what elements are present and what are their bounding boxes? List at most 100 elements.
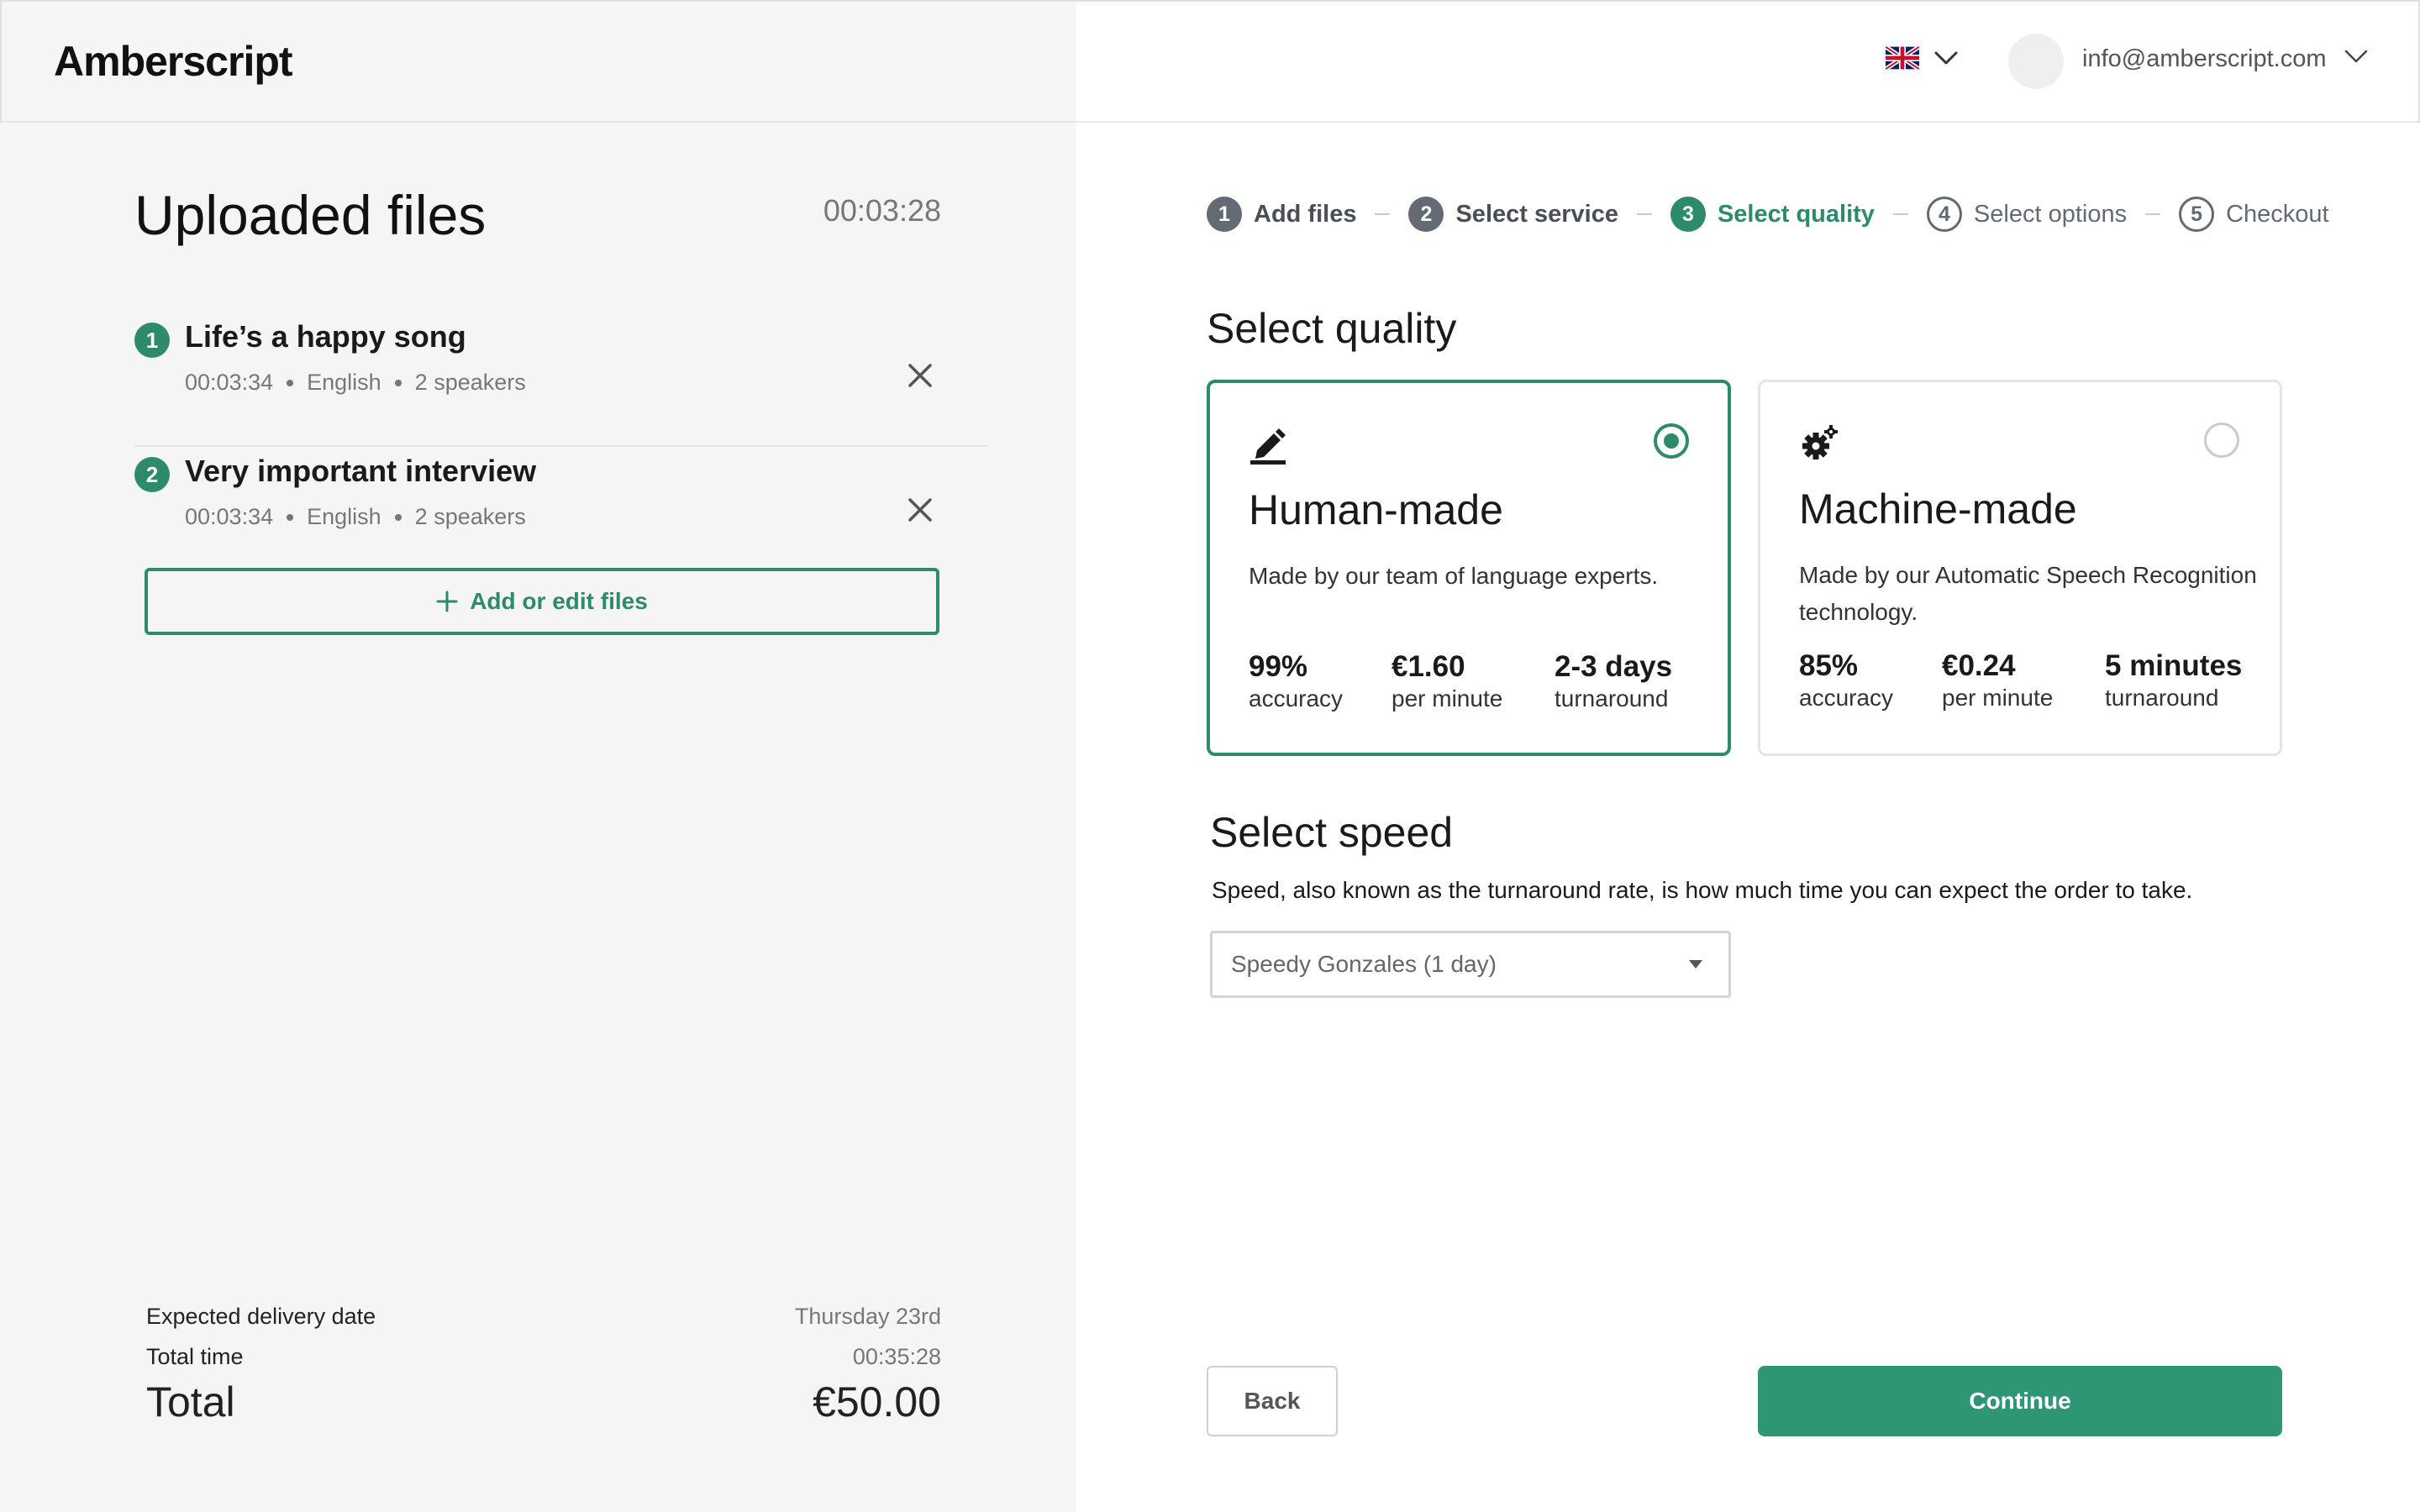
chevron-down-icon <box>2344 50 2368 63</box>
stat-value: 2-3 days <box>1555 650 1673 683</box>
file-number-badge: 2 <box>134 457 170 492</box>
add-files-label: Add or edit files <box>470 588 648 614</box>
file-meta: 00:03:34 English 2 speakers <box>185 370 526 396</box>
file-list-item: 2 Very important interview 00:03:34 Engl… <box>134 447 988 581</box>
file-name: Life’s a happy song <box>185 319 466 354</box>
step-label: Select service <box>1455 200 1618 228</box>
accuracy-stat: 85% accuracy <box>1799 649 1893 711</box>
stat-label: turnaround <box>2105 685 2219 711</box>
pencil-icon <box>1250 428 1286 465</box>
price-stat: €1.60 per minute <box>1392 650 1502 712</box>
step-select-quality[interactable]: 3 Select quality <box>1670 197 1875 232</box>
step-label: Select options <box>1973 200 2128 228</box>
step-add-files[interactable]: 1 Add files <box>1207 197 1356 232</box>
back-button[interactable]: Back <box>1207 1366 1338 1436</box>
quality-option-machine-made[interactable]: Machine-made Made by our Automatic Speec… <box>1758 380 2282 756</box>
close-icon <box>908 364 932 387</box>
step-number: 1 <box>1207 197 1242 232</box>
accuracy-stat: 99% accuracy <box>1249 650 1343 712</box>
file-duration: 00:03:34 <box>185 504 274 529</box>
file-list-item: 1 Life’s a happy song 00:03:34 English 2… <box>134 312 988 447</box>
stat-label: per minute <box>1942 685 2054 711</box>
stat-label: accuracy <box>1799 685 1894 711</box>
speed-dropdown[interactable]: Speedy Gonzales (1 day) <box>1210 931 1731 998</box>
separator-dot <box>394 379 402 386</box>
delivery-date-row: Expected delivery date Thursday 23rd <box>146 1304 941 1330</box>
file-name: Very important interview <box>185 454 537 488</box>
continue-button[interactable]: Continue <box>1758 1366 2282 1436</box>
stat-value: €0.24 <box>1942 649 2016 682</box>
delivery-date-label: Expected delivery date <box>146 1304 376 1329</box>
language-selector[interactable] <box>1886 45 1958 71</box>
total-price-row: Total €50.00 <box>146 1378 941 1426</box>
delivery-date-value: Thursday 23rd <box>794 1304 941 1329</box>
stat-label: per minute <box>1392 685 1503 711</box>
step-separator <box>1636 213 1652 215</box>
uploaded-files-title: Uploaded files <box>134 184 487 246</box>
file-meta: 00:03:34 English 2 speakers <box>185 504 526 530</box>
stat-label: accuracy <box>1249 685 1344 711</box>
step-label: Checkout <box>2226 200 2329 228</box>
quality-option-human-made[interactable]: Human-made Made by our team of language … <box>1207 380 1731 756</box>
step-number: 2 <box>1408 197 1444 232</box>
separator-dot <box>394 513 402 521</box>
stat-value: 99% <box>1249 650 1308 683</box>
file-language: English <box>307 504 381 529</box>
close-icon <box>908 498 932 522</box>
checkout-stepper: 1 Add files 2 Select service 3 Select qu… <box>1207 197 2329 232</box>
remove-file-button[interactable] <box>899 489 941 531</box>
speed-selected-value: Speedy Gonzales (1 day) <box>1231 951 1497 977</box>
step-separator <box>2145 213 2161 215</box>
stat-value: €1.60 <box>1392 650 1465 683</box>
radio-button-selected[interactable] <box>1654 423 1689 459</box>
file-speakers: 2 speakers <box>414 370 526 395</box>
turnaround-stat: 5 minutes turnaround <box>2105 649 2242 711</box>
radio-button-unselected[interactable] <box>2204 423 2239 458</box>
caret-down-icon <box>1689 960 1702 969</box>
select-speed-title: Select speed <box>1210 809 1454 856</box>
step-number: 3 <box>1670 197 1706 232</box>
separator-dot <box>287 513 294 521</box>
step-checkout: 5 Checkout <box>2179 197 2329 232</box>
chevron-down-icon <box>1934 51 1958 65</box>
file-language: English <box>307 370 381 395</box>
step-label: Select quality <box>1717 200 1875 228</box>
file-number-badge: 1 <box>134 323 170 358</box>
uploaded-total-duration: 00:03:28 <box>823 193 941 228</box>
step-separator <box>1892 213 1908 215</box>
remove-file-button[interactable] <box>899 354 941 396</box>
quality-title: Machine-made <box>1799 486 2077 533</box>
quality-description: Made by our Automatic Speech Recognition… <box>1799 562 2257 625</box>
stat-value: 85% <box>1799 649 1859 682</box>
account-menu-toggle[interactable] <box>2344 49 2368 68</box>
quality-title: Human-made <box>1249 486 1503 533</box>
order-summary-panel: Amberscript Uploaded files 00:03:28 1 Li… <box>0 0 1076 1512</box>
total-time-row: Total time 00:35:28 <box>146 1344 941 1370</box>
step-number: 5 <box>2179 197 2215 232</box>
total-price: €50.00 <box>813 1378 941 1425</box>
turnaround-stat: 2-3 days turnaround <box>1555 650 1672 712</box>
amberscript-logo[interactable]: Amberscript <box>54 37 293 86</box>
add-or-edit-files-button[interactable]: Add or edit files <box>145 568 939 635</box>
gears-icon <box>1802 425 1838 459</box>
step-label: Add files <box>1254 200 1357 228</box>
total-label: Total <box>146 1378 235 1425</box>
speed-description: Speed, also known as the turnaround rate… <box>1212 877 2193 903</box>
left-header: Amberscript <box>0 0 1076 123</box>
separator-dot <box>287 379 294 386</box>
total-time-value: 00:35:28 <box>852 1344 941 1369</box>
account-email[interactable]: info@amberscript.com <box>2082 45 2327 73</box>
total-time-label: Total time <box>146 1344 244 1369</box>
price-stat: €0.24 per minute <box>1942 649 2053 711</box>
step-select-options: 4 Select options <box>1926 197 2128 232</box>
stat-value: 5 minutes <box>2105 649 2243 682</box>
step-select-service[interactable]: 2 Select service <box>1408 197 1618 232</box>
plus-icon <box>436 591 458 612</box>
user-avatar[interactable] <box>2008 34 2064 89</box>
step-separator <box>1375 213 1391 215</box>
file-speakers: 2 speakers <box>414 504 526 529</box>
select-quality-title: Select quality <box>1207 305 1457 352</box>
file-duration: 00:03:34 <box>185 370 274 395</box>
stat-label: turnaround <box>1555 685 1669 711</box>
uk-flag-icon <box>1886 45 1919 71</box>
